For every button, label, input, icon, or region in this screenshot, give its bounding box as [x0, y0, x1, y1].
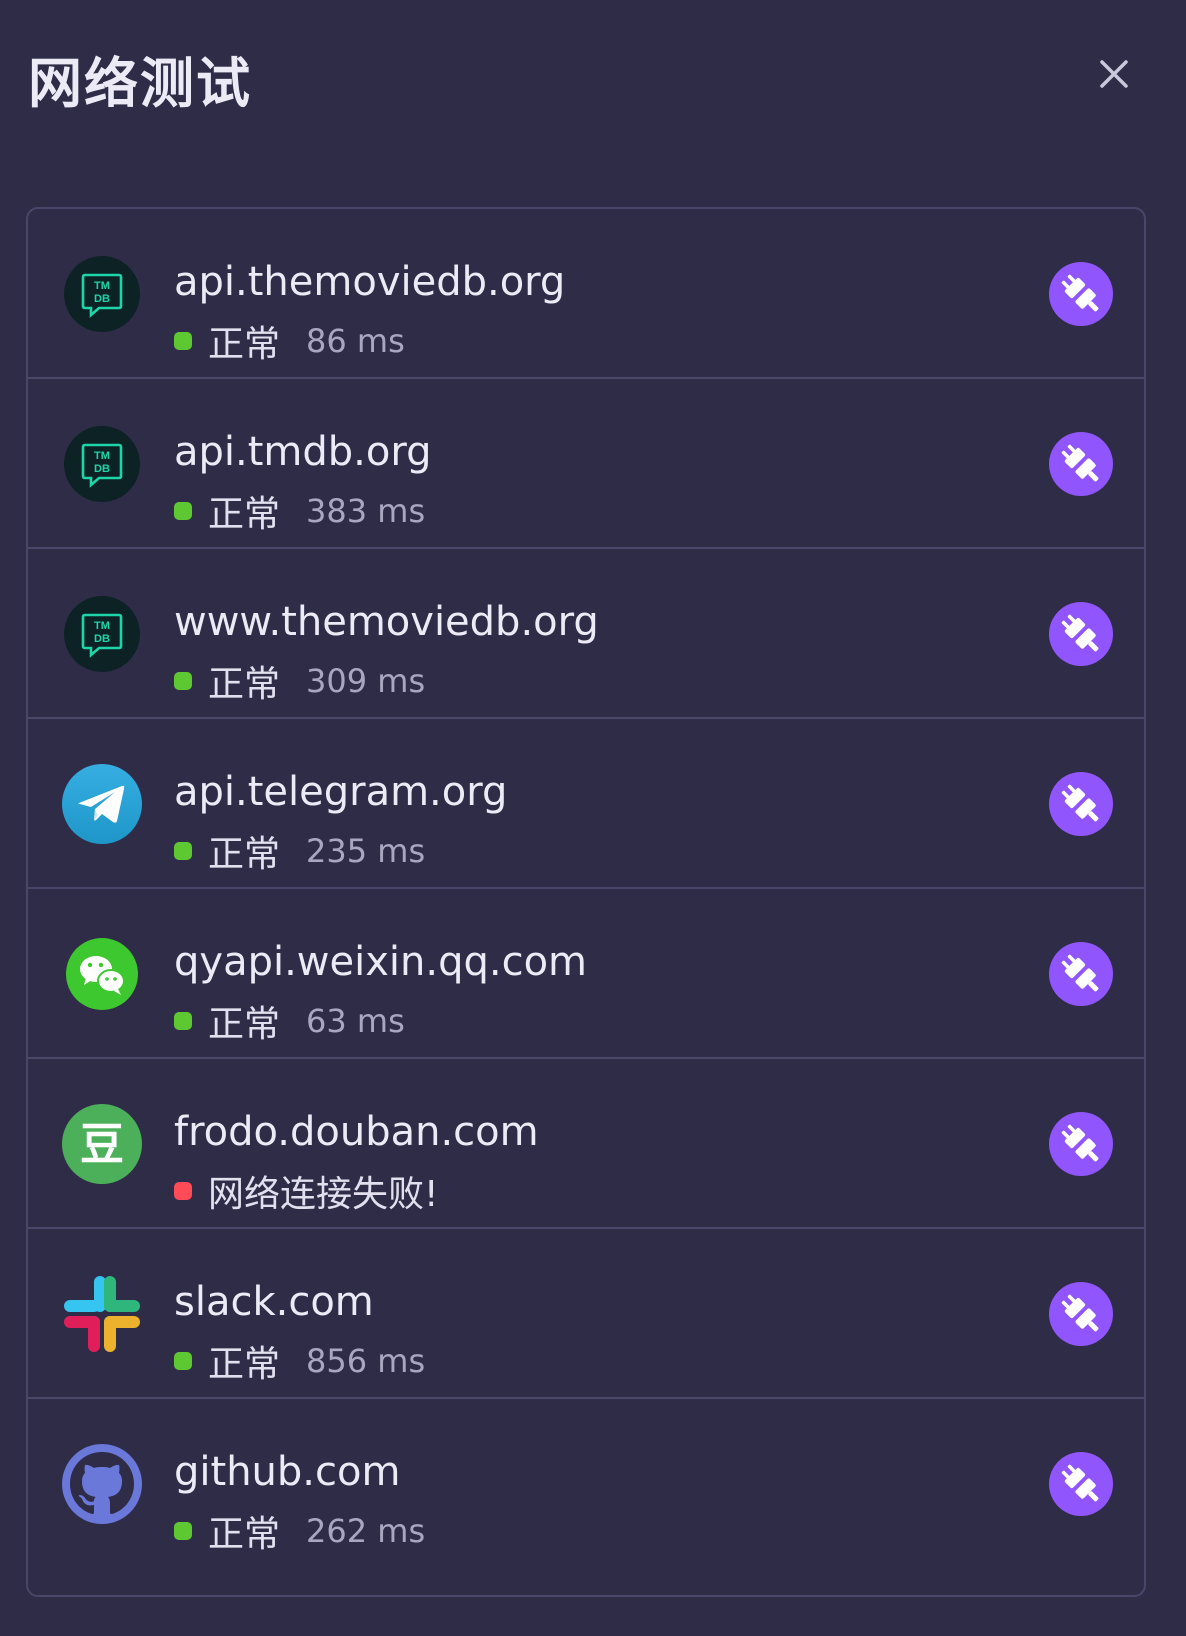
close-icon: [1100, 60, 1128, 88]
plug-icon: [1049, 262, 1113, 326]
latency-value: 309 ms: [306, 662, 426, 700]
list-item: TM DB api.themoviedb.org 正常 86 ms: [28, 209, 1144, 379]
status-text: 正常: [208, 834, 281, 875]
status-line: 正常 63 ms: [174, 999, 405, 1045]
svg-text:TM: TM: [94, 620, 110, 632]
svg-text:DB: DB: [94, 293, 110, 305]
status-ok-indicator: [174, 672, 192, 690]
test-connection-button[interactable]: [1049, 772, 1113, 836]
test-connection-button[interactable]: [1049, 942, 1113, 1006]
plug-icon: [1049, 772, 1113, 836]
status-ok-indicator: [174, 332, 192, 350]
status-line: 正常 856 ms: [174, 1339, 426, 1385]
status-line: 正常 235 ms: [174, 829, 426, 875]
test-connection-button[interactable]: [1049, 262, 1113, 326]
list-item: slack.com 正常 856 ms: [28, 1229, 1144, 1399]
plug-icon: [1049, 1282, 1113, 1346]
status-ok-indicator: [174, 1012, 192, 1030]
status-text: 正常: [208, 1004, 281, 1045]
latency-value: 856 ms: [306, 1342, 426, 1380]
svg-text:豆: 豆: [80, 1119, 124, 1170]
dialog-title: 网络测试: [28, 52, 252, 115]
list-item: api.telegram.org 正常 235 ms: [28, 719, 1144, 889]
plug-icon: [1049, 432, 1113, 496]
tmdb-logo-icon: TM DB: [60, 592, 144, 676]
svg-text:TM: TM: [94, 450, 110, 462]
status-fail-indicator: [174, 1182, 192, 1200]
latency-value: 86 ms: [306, 322, 405, 360]
status-text: 正常: [208, 1514, 281, 1555]
douban-logo-icon: 豆: [60, 1102, 144, 1186]
status-line: 正常 383 ms: [174, 489, 426, 535]
status-ok-indicator: [174, 1352, 192, 1370]
status-text: 正常: [208, 1344, 281, 1385]
status-line: 正常 262 ms: [174, 1509, 426, 1555]
latency-value: 63 ms: [306, 1002, 405, 1040]
status-line: 网络连接失败!: [174, 1169, 464, 1215]
svg-text:DB: DB: [94, 633, 110, 645]
list-item: 豆 frodo.douban.com 网络连接失败!: [28, 1059, 1144, 1229]
latency-value: 262 ms: [306, 1512, 426, 1550]
status-ok-indicator: [174, 1522, 192, 1540]
list-item: TM DB www.themoviedb.org 正常 309 ms: [28, 549, 1144, 719]
status-text: 正常: [208, 324, 281, 365]
test-connection-button[interactable]: [1049, 1112, 1113, 1176]
svg-text:DB: DB: [94, 463, 110, 475]
status-ok-indicator: [174, 502, 192, 520]
latency-value: 235 ms: [306, 832, 426, 870]
latency-value: 383 ms: [306, 492, 426, 530]
status-line: 正常 309 ms: [174, 659, 426, 705]
status-text: 正常: [208, 664, 281, 705]
status-text: 正常: [208, 494, 281, 535]
tmdb-logo-icon: TM DB: [60, 422, 144, 506]
domain-name: api.themoviedb.org: [174, 259, 566, 305]
plug-icon: [1049, 602, 1113, 666]
status-line: 正常 86 ms: [174, 319, 405, 365]
domain-name: api.tmdb.org: [174, 429, 432, 475]
test-connection-button[interactable]: [1049, 1282, 1113, 1346]
domain-name: api.telegram.org: [174, 769, 508, 815]
list-item: TM DB api.tmdb.org 正常 383 ms: [28, 379, 1144, 549]
domain-name: qyapi.weixin.qq.com: [174, 939, 588, 985]
plug-icon: [1049, 1452, 1113, 1516]
test-target-list: TM DB api.themoviedb.org 正常 86 ms TM DB …: [26, 207, 1146, 1597]
domain-name: github.com: [174, 1449, 401, 1495]
svg-text:TM: TM: [94, 280, 110, 292]
domain-name: frodo.douban.com: [174, 1109, 539, 1155]
telegram-logo-icon: [60, 762, 144, 846]
list-item: qyapi.weixin.qq.com 正常 63 ms: [28, 889, 1144, 1059]
plug-icon: [1049, 1112, 1113, 1176]
wechat-logo-icon: [60, 932, 144, 1016]
domain-name: www.themoviedb.org: [174, 599, 599, 645]
test-connection-button[interactable]: [1049, 602, 1113, 666]
status-ok-indicator: [174, 842, 192, 860]
network-test-dialog: 网络测试 TM DB api.themoviedb.org 正常 86 ms T…: [0, 0, 1186, 1636]
test-connection-button[interactable]: [1049, 1452, 1113, 1516]
list-item: github.com 正常 262 ms: [28, 1399, 1144, 1569]
domain-name: slack.com: [174, 1279, 374, 1325]
github-logo-icon: [60, 1442, 144, 1526]
slack-logo-icon: [60, 1272, 144, 1356]
close-button[interactable]: [1090, 50, 1138, 98]
plug-icon: [1049, 942, 1113, 1006]
test-connection-button[interactable]: [1049, 432, 1113, 496]
tmdb-logo-icon: TM DB: [60, 252, 144, 336]
status-text: 网络连接失败!: [208, 1174, 439, 1215]
